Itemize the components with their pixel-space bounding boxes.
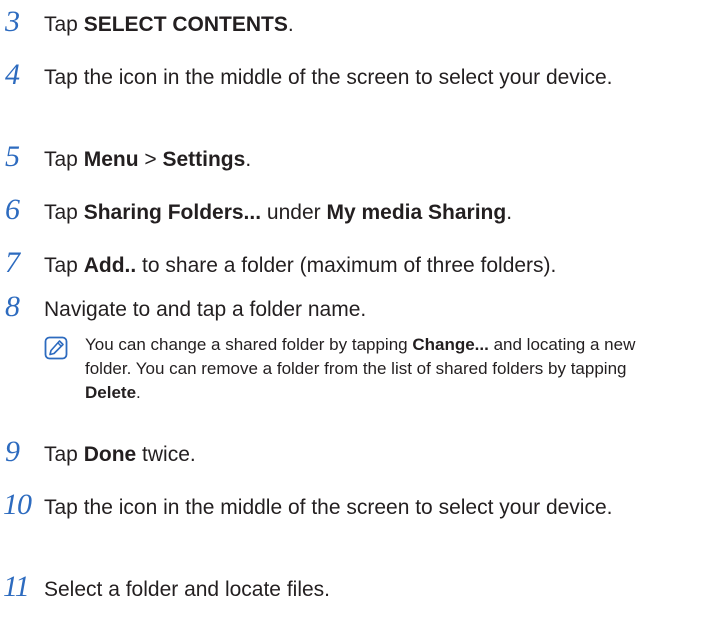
- step-text: Select a folder and locate files.: [44, 578, 331, 601]
- ui-term: Menu: [83, 148, 139, 171]
- note-pencil-icon: [44, 336, 68, 360]
- step-text: Tap SELECT CONTENTS.: [44, 13, 294, 36]
- step-text: Tap the icon in the middle of the screen…: [44, 496, 613, 519]
- step-text: Tap Add.. to share a folder (maximum of …: [44, 254, 557, 277]
- step-number: 3: [5, 5, 20, 38]
- step-text: Tap Done twice.: [44, 443, 196, 466]
- step-number: 9: [5, 435, 20, 468]
- ui-term: SELECT CONTENTS: [83, 13, 288, 36]
- step-text: Tap the icon in the middle of the screen…: [44, 66, 613, 89]
- ui-term: Add..: [83, 254, 137, 277]
- ui-term: Done: [83, 443, 137, 466]
- step-number: 6: [5, 193, 20, 226]
- ui-term: Delete: [85, 383, 137, 402]
- step-text: Tap Menu > Settings.: [44, 148, 252, 171]
- step-number: 4: [5, 58, 20, 91]
- step-number: 11: [3, 570, 30, 603]
- step-text: Navigate to and tap a folder name.: [44, 298, 367, 321]
- step-text: Tap Sharing Folders... under My media Sh…: [44, 201, 513, 224]
- ui-term: Change...: [412, 335, 489, 354]
- ui-term: My media Sharing: [326, 201, 507, 224]
- note-text: You can change a shared folder by tappin…: [85, 335, 636, 402]
- step-number: 8: [5, 290, 20, 323]
- step-number: 5: [5, 140, 20, 173]
- step-number: 7: [5, 246, 20, 279]
- ui-term: Settings: [162, 148, 246, 171]
- step-number: 10: [3, 488, 32, 521]
- ui-term: Sharing Folders...: [83, 201, 262, 224]
